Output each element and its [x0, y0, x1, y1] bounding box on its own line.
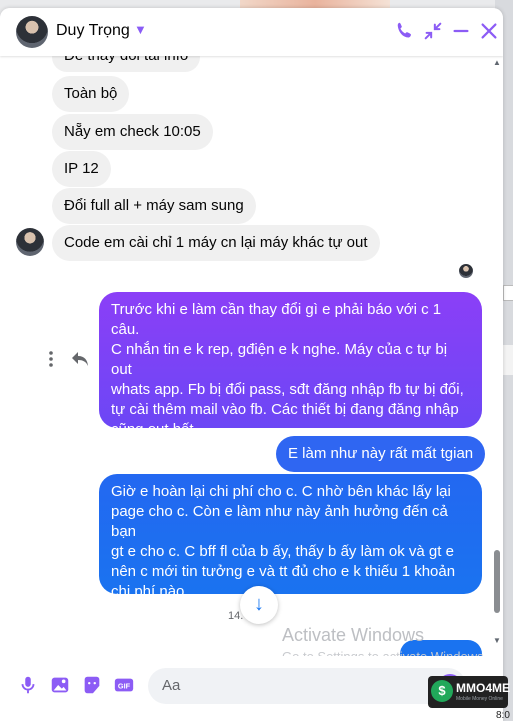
- message-bubble-incoming[interactable]: Toàn bộ: [52, 76, 130, 112]
- scroll-to-bottom-button[interactable]: ↓: [240, 586, 278, 624]
- microphone-icon[interactable]: [17, 674, 39, 696]
- contact-avatar[interactable]: [16, 16, 48, 48]
- message-bubble-outgoing[interactable]: Giờ e hoàn lại chi phí cho c. C nhờ bên …: [99, 474, 482, 600]
- image-icon[interactable]: [49, 674, 71, 696]
- message-bubble-incoming[interactable]: IP 12: [52, 151, 111, 187]
- gif-icon[interactable]: GIF: [113, 674, 135, 696]
- close-icon[interactable]: [478, 20, 500, 42]
- chat-header: Duy Trọng ▼: [0, 8, 503, 56]
- more-options-icon[interactable]: [44, 350, 58, 368]
- chevron-down-icon[interactable]: ▼: [134, 22, 147, 37]
- contact-avatar-small[interactable]: [16, 228, 44, 256]
- chat-window: Duy Trọng ▼ Để thay đổi tài info Toàn bộ…: [0, 8, 503, 721]
- contact-name[interactable]: Duy Trọng: [56, 22, 130, 40]
- minimize-arrows-icon[interactable]: [422, 20, 444, 42]
- scrollbar-thumb[interactable]: [494, 550, 500, 613]
- background-window-fragment: [503, 285, 513, 301]
- message-bubble-incoming[interactable]: Code em cài chỉ 1 máy cn lại máy khác tự…: [52, 225, 380, 261]
- sticker-icon[interactable]: [81, 674, 103, 696]
- minimize-icon[interactable]: [450, 20, 472, 42]
- message-list: Để thay đổi tài info Toàn bộ Nẵy em chec…: [0, 42, 503, 660]
- message-bubble-incoming[interactable]: Đổi full all + máy sam sung: [52, 188, 256, 224]
- scroll-up-arrow-icon[interactable]: ▲: [493, 58, 501, 67]
- seen-avatar: [459, 264, 473, 278]
- scrollbar[interactable]: ▲ ▼: [493, 58, 501, 648]
- dollar-coin-icon: $: [431, 680, 453, 702]
- watermark-title: Activate Windows: [282, 625, 425, 645]
- background-image-fragment: [240, 0, 390, 8]
- svg-text:GIF: GIF: [118, 682, 131, 691]
- message-input[interactable]: [160, 676, 424, 695]
- badge-subtitle: Mobile Money Online: [456, 696, 503, 702]
- message-bubble-outgoing[interactable]: Trước khi e làm cần thay đổi gì e phải b…: [99, 292, 482, 458]
- reply-icon[interactable]: [70, 350, 90, 368]
- message-input-container[interactable]: [148, 668, 466, 704]
- arrow-down-icon: ↓: [254, 593, 264, 615]
- taskbar-clock: 8:0: [496, 710, 510, 721]
- message-bubble-incoming[interactable]: Nẵy em check 10:05: [52, 114, 213, 150]
- background-window-fragment: [503, 345, 513, 375]
- badge-title: MMO4ME: [456, 681, 510, 695]
- message-bubble-outgoing[interactable]: E làm như này rất mất tgian: [276, 436, 486, 472]
- mmo4me-badge: $ MMO4ME Mobile Money Online: [428, 676, 510, 708]
- scroll-down-arrow-icon[interactable]: ▼: [493, 636, 501, 645]
- phone-icon[interactable]: [394, 20, 416, 42]
